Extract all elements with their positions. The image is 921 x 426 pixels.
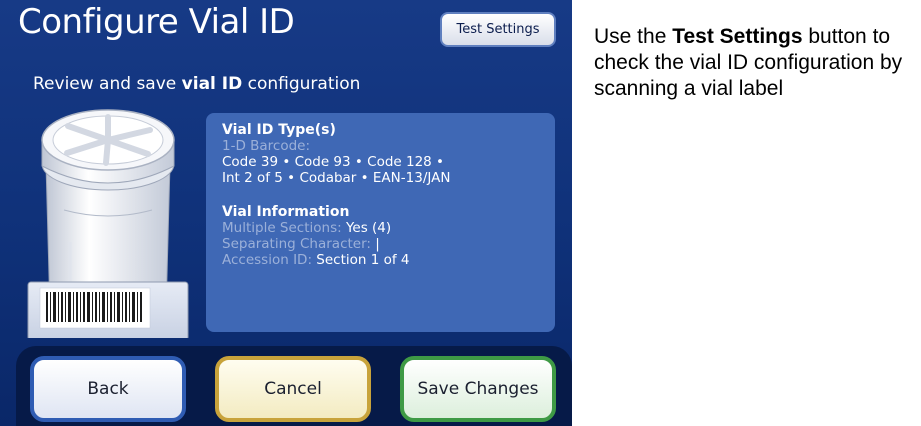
device-screen: Configure Vial ID Test Settings Review a… [0, 0, 572, 426]
barcode-symbologies-line-1: Code 39 • Code 93 • Code 128 • [222, 154, 445, 170]
info-label: Separating Character: [222, 236, 371, 252]
barcode-symbologies-line-2: Int 2 of 5 • Codabar • EAN-13/JAN [222, 170, 451, 186]
subtitle-emphasis: vial ID [181, 74, 243, 94]
info-row-accession-id: Accession ID: Section 1 of 4 [222, 252, 539, 268]
callout-emphasis: Test Settings [672, 25, 803, 48]
back-button[interactable]: Back [30, 356, 186, 422]
cancel-button[interactable]: Cancel [215, 356, 371, 422]
page-subtitle: Review and save vial ID configuration [33, 74, 360, 94]
configuration-summary-panel: Vial ID Type(s) 1-D Barcode: Code 39 • C… [206, 113, 555, 332]
vial-illustration [27, 109, 189, 338]
vial-id-type-heading: Vial ID Type(s) [222, 122, 336, 138]
info-row-multiple-sections: Multiple Sections: Yes (4) [222, 220, 539, 236]
info-label: Multiple Sections: [222, 220, 342, 236]
page-title: Configure Vial ID [18, 2, 295, 42]
instruction-callout: Use the Test Settings button to check th… [594, 24, 914, 102]
subtitle-suffix: configuration [242, 74, 361, 94]
info-row-separating-character: Separating Character: | [222, 236, 539, 252]
barcode-type-label: 1-D Barcode: [222, 138, 311, 154]
test-settings-button[interactable]: Test Settings [440, 12, 556, 47]
callout-prefix: Use the [594, 25, 673, 48]
info-label: Accession ID: [222, 252, 312, 268]
save-changes-button[interactable]: Save Changes [400, 356, 556, 422]
vial-information-heading: Vial Information [222, 204, 350, 220]
subtitle-prefix: Review and save [33, 74, 182, 94]
info-value: Yes (4) [345, 220, 392, 236]
info-value: | [375, 236, 380, 252]
info-value: Section 1 of 4 [316, 252, 410, 268]
